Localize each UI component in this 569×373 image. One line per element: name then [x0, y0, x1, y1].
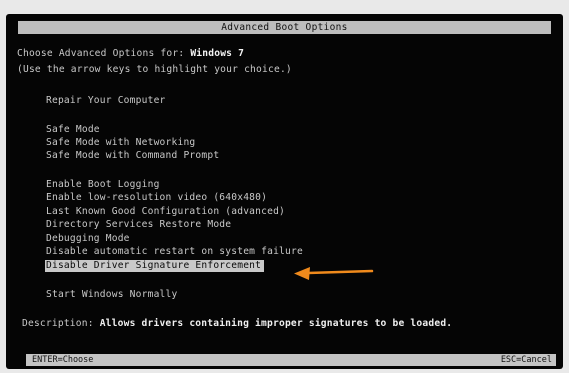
menu-item-disable-driver-signature-enforcement[interactable]: Disable Driver Signature Enforcement [45, 260, 265, 272]
esc-cancel-hint[interactable]: ESC=Cancel [501, 354, 552, 366]
photo-frame: Advanced Boot Options Choose Advanced Op… [0, 0, 569, 373]
description-label: Description: [22, 318, 100, 329]
menu-item-safe-mode-networking[interactable]: Safe Mode with Networking [46, 137, 195, 149]
os-name: Windows 7 [190, 48, 245, 59]
menu-item-safe-mode[interactable]: Safe Mode [46, 124, 100, 136]
boot-screen: Advanced Boot Options Choose Advanced Op… [6, 14, 563, 369]
menu-item-low-resolution-video[interactable]: Enable low-resolution video (640x480) [46, 192, 267, 204]
menu-item-disable-automatic-restart[interactable]: Disable automatic restart on system fail… [46, 246, 303, 258]
menu-item-repair-your-computer[interactable]: Repair Your Computer [46, 95, 166, 107]
navigation-hint: (Use the arrow keys to highlight your ch… [17, 64, 292, 75]
menu-item-start-windows-normally[interactable]: Start Windows Normally [46, 289, 177, 301]
description-text: Allows drivers containing improper signa… [99, 318, 453, 329]
footer-bar: ENTER=Choose ESC=Cancel [26, 354, 556, 366]
description-line: Description: Allows drivers containing i… [22, 318, 452, 330]
choose-prompt: Choose Advanced Options for: Windows 7 [17, 48, 244, 60]
menu-item-enable-boot-logging[interactable]: Enable Boot Logging [46, 179, 160, 191]
enter-choose-hint[interactable]: ENTER=Choose [32, 354, 93, 366]
menu-item-safe-mode-command-prompt[interactable]: Safe Mode with Command Prompt [46, 150, 219, 162]
choose-prefix: Choose Advanced Options for: [17, 48, 191, 59]
menu-item-debugging-mode[interactable]: Debugging Mode [46, 233, 130, 245]
menu-item-last-known-good-configuration[interactable]: Last Known Good Configuration (advanced) [46, 206, 285, 218]
window-title: Advanced Boot Options [18, 21, 551, 34]
arrow-left-icon [294, 267, 374, 280]
menu-item-directory-services-restore-mode[interactable]: Directory Services Restore Mode [46, 219, 231, 231]
